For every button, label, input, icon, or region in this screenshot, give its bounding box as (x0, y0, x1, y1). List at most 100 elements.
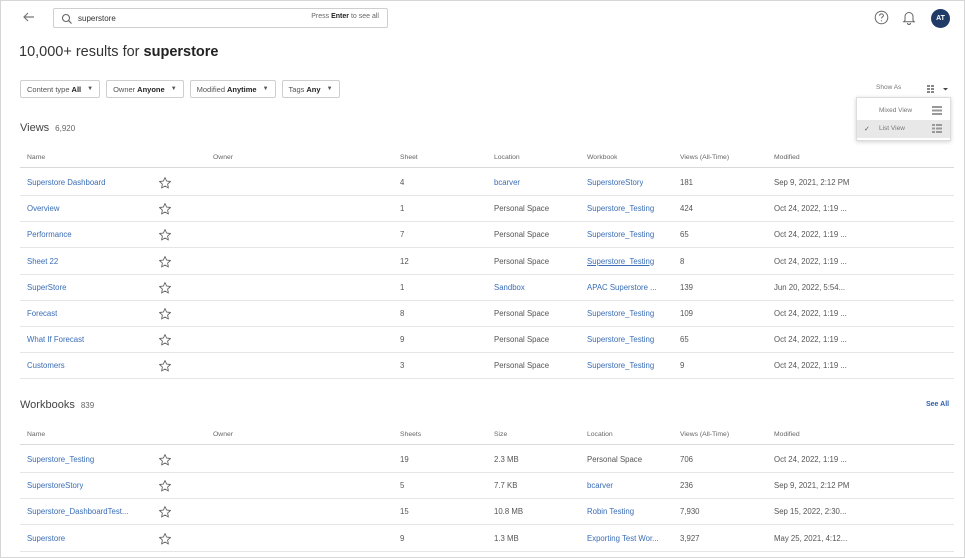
table-row[interactable]: What If Forecast 9 Personal Space Superstor… (20, 327, 954, 354)
col-location[interactable]: Location (587, 425, 613, 444)
workbook-name-link[interactable]: Superstore_Testing (27, 447, 94, 472)
favorite-star-icon[interactable] (158, 453, 172, 467)
modified-cell: Oct 24, 2022, 1:19 ... (774, 361, 847, 371)
size-cell: 2.3 MB (494, 455, 519, 464)
favorite-star-icon[interactable] (158, 228, 172, 242)
views-count-cell: 109 (680, 309, 694, 318)
workbook-link[interactable]: Superstore_Testing (587, 196, 654, 221)
views-table-header: Name Owner Sheet Location Workbook Views… (20, 148, 954, 168)
table-row[interactable]: SuperstoreStory 5 7.7 KB bcarver 236 Sep 9, 2… (20, 473, 954, 500)
sheet-cell: 9 (400, 335, 405, 345)
modified-cell: Oct 24, 2022, 1:19 ... (774, 335, 847, 345)
favorite-star-icon[interactable] (158, 333, 172, 347)
table-row[interactable]: Performance 7 Personal Space Superstore_Tes… (20, 222, 954, 249)
location-cell[interactable]: Sandbox (494, 275, 525, 300)
col-size[interactable]: Size (494, 425, 507, 444)
location-cell: Personal Space (494, 204, 550, 214)
results-title: 10,000+ results for superstore (19, 44, 219, 60)
modified-cell: Sep 9, 2021, 2:12 PM (774, 481, 850, 491)
filter-owner[interactable]: Owner Anyone ▼ (106, 80, 184, 98)
location-cell: Personal Space (494, 230, 550, 240)
filter-content-type[interactable]: Content type All ▼ (20, 80, 101, 98)
search-input[interactable] (78, 11, 278, 25)
view-name-link[interactable]: SuperStore (27, 275, 66, 300)
table-row[interactable]: Sheet 22 12 Personal Space Superstore_Testi… (20, 249, 954, 275)
table-row[interactable]: Forecast 8 Personal Space Superstore_Testin… (20, 301, 954, 327)
help-icon[interactable] (874, 10, 889, 25)
table-row[interactable]: Customers 3 Personal Space Superstore_Testi… (20, 353, 954, 380)
notifications-bell-icon[interactable] (902, 10, 916, 25)
col-views[interactable]: Views (All-Time) (680, 148, 729, 167)
favorite-star-icon[interactable] (158, 255, 172, 269)
back-arrow-icon[interactable] (22, 10, 38, 26)
sheet-cell: 8 (400, 309, 405, 318)
table-row[interactable]: Superstore Dashboard 4 bcarver SuperstoreSt… (20, 170, 954, 196)
workbook-link[interactable]: APAC Superstore ... (587, 275, 657, 300)
view-name-link[interactable]: Forecast (27, 301, 57, 326)
col-name[interactable]: Name (27, 425, 45, 444)
modified-cell: Sep 9, 2021, 2:12 PM (774, 178, 850, 187)
table-row[interactable]: Superstore_Testing 19 2.3 MB Personal Space… (20, 447, 954, 473)
modified-cell: Jun 20, 2022, 5:54... (774, 282, 846, 292)
views-count-cell: 236 (680, 481, 694, 491)
filter-modified[interactable]: Modified Anytime ▼ (189, 80, 276, 98)
favorite-star-icon[interactable] (158, 281, 172, 295)
sheets-cell: 9 (400, 533, 405, 543)
workbook-link[interactable]: Superstore_Testing (587, 249, 654, 274)
views-count-cell: 65 (680, 230, 689, 240)
table-row[interactable]: SuperStore 1 Sandbox APAC Superstore ... 139… (20, 275, 954, 301)
views-count-cell: 424 (680, 204, 694, 214)
favorite-star-icon[interactable] (158, 202, 172, 216)
view-name-link[interactable]: Customers (27, 353, 65, 378)
col-owner[interactable]: Owner (213, 148, 233, 167)
col-location[interactable]: Location (494, 148, 520, 167)
view-name-link[interactable]: Superstore Dashboard (27, 170, 105, 195)
col-owner[interactable]: Owner (213, 425, 233, 444)
col-views[interactable]: Views (All-Time) (680, 425, 729, 444)
col-name[interactable]: Name (27, 148, 45, 167)
favorite-star-icon[interactable] (158, 307, 172, 321)
table-row[interactable]: Overview 1 Personal Space Superstore_Testin… (20, 196, 954, 223)
location-cell[interactable]: bcarver (587, 473, 613, 498)
workbook-name-link[interactable]: SuperstoreStory (27, 473, 83, 498)
col-sheets[interactable]: Sheets (400, 425, 421, 444)
workbook-link[interactable]: Superstore_Testing (587, 353, 654, 378)
favorite-star-icon[interactable] (158, 359, 172, 373)
views-count-cell: 9 (680, 361, 685, 371)
col-sheet[interactable]: Sheet (400, 148, 418, 167)
filter-tags[interactable]: Tags Any ▼ (281, 80, 340, 98)
view-name-link[interactable]: Overview (27, 196, 60, 221)
see-all-link[interactable]: See All (926, 401, 949, 408)
workbook-name-link[interactable]: Superstore_DashboardTest... (27, 499, 128, 524)
favorite-star-icon[interactable] (158, 479, 172, 493)
col-modified[interactable]: Modified (774, 148, 800, 167)
location-cell[interactable]: Exporting Test Wor... (587, 526, 659, 551)
list-view-icon (932, 124, 942, 133)
workbook-name-link[interactable]: Superstore (27, 526, 65, 551)
workbook-link[interactable]: Superstore_Testing (587, 327, 654, 352)
modified-cell: Oct 24, 2022, 1:19 ... (774, 204, 847, 214)
size-cell: 1.3 MB (494, 533, 519, 543)
menu-item-mixed-view[interactable]: Mixed View (857, 102, 950, 120)
search-icon (61, 13, 73, 25)
search-box[interactable]: Press Enter to see all (53, 8, 388, 28)
location-cell[interactable]: Robin Testing (587, 499, 634, 524)
user-avatar[interactable]: AT (931, 9, 950, 28)
col-modified[interactable]: Modified (774, 425, 800, 444)
table-row[interactable]: Superstore_DashboardTest... 15 10.8 MB Robi… (20, 499, 954, 526)
col-workbook[interactable]: Workbook (587, 148, 617, 167)
view-name-link[interactable]: Performance (27, 222, 72, 247)
workbook-link[interactable]: SuperstoreStory (587, 170, 643, 195)
view-name-link[interactable]: What If Forecast (27, 327, 84, 352)
menu-item-list-view[interactable]: ✓ List View (857, 120, 950, 138)
workbook-link[interactable]: Superstore_Testing (587, 301, 654, 326)
views-count-cell: 3,927 (680, 533, 700, 543)
location-cell[interactable]: bcarver (494, 170, 520, 195)
favorite-star-icon[interactable] (158, 176, 172, 190)
view-name-link[interactable]: Sheet 22 (27, 249, 58, 274)
table-row[interactable]: Superstore 9 1.3 MB Exporting Test Wor... 3,… (20, 526, 954, 552)
show-as-button[interactable] (926, 83, 950, 95)
favorite-star-icon[interactable] (158, 505, 172, 519)
favorite-star-icon[interactable] (158, 532, 172, 546)
workbook-link[interactable]: Superstore_Testing (587, 222, 654, 247)
